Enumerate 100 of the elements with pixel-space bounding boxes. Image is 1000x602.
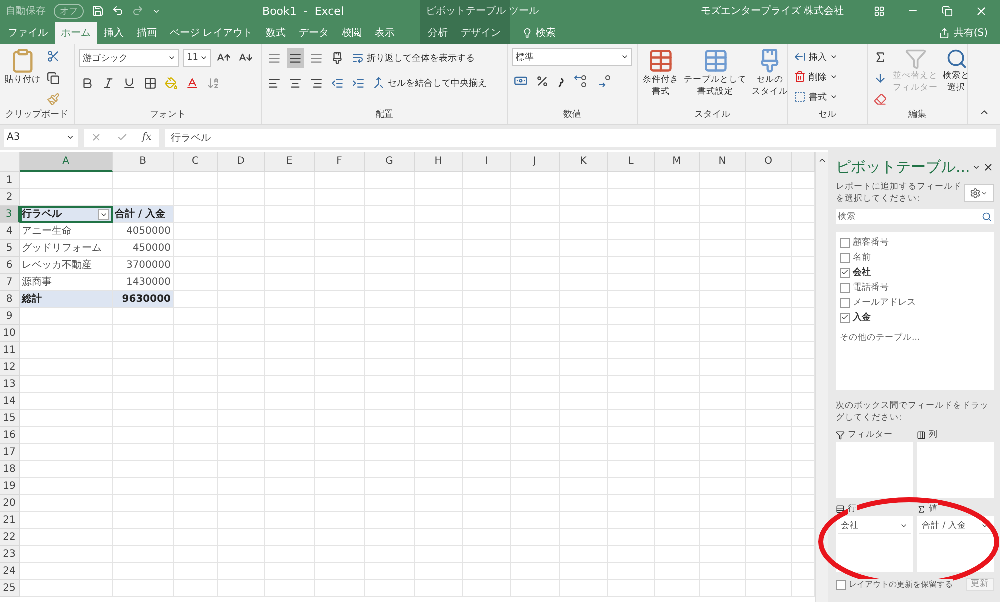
row-header[interactable]: 4 (0, 223, 20, 240)
cut-icon[interactable] (47, 50, 60, 63)
indent-decrease-icon[interactable] (331, 76, 344, 90)
align-middle-button[interactable] (287, 48, 304, 68)
checkbox[interactable] (840, 298, 850, 308)
style-button[interactable]: 条件付き 書式 (642, 48, 680, 108)
row-header[interactable]: 11 (0, 342, 20, 359)
increase-decimal-icon[interactable] (573, 74, 589, 88)
currency-icon[interactable] (514, 74, 528, 88)
align-left-icon[interactable] (268, 76, 281, 90)
column-header[interactable]: H (415, 152, 463, 172)
copy-icon[interactable] (47, 72, 60, 84)
ribbon-display-icon[interactable] (874, 6, 884, 16)
merge-center-button[interactable]: セルを結合して中央揃え (371, 74, 489, 92)
formula-field[interactable]: 行ラベル (165, 128, 996, 146)
tell-me-button[interactable]: 検索 (516, 26, 562, 40)
number-format-field[interactable]: 標準 (512, 48, 632, 66)
fill-down-icon[interactable] (874, 72, 887, 84)
ribbon-tab[interactable]: 描画 (131, 22, 163, 44)
column-header[interactable]: G (365, 152, 415, 172)
row-header[interactable]: 8 (0, 291, 20, 308)
column-header[interactable]: E (265, 152, 315, 172)
bold-icon[interactable] (81, 76, 94, 90)
name-box[interactable]: A3 (4, 128, 78, 146)
border-icon[interactable] (144, 76, 157, 90)
insert-function-button[interactable]: fx (142, 132, 152, 143)
row-header[interactable]: 24 (0, 563, 20, 580)
ribbon-tab[interactable]: 校閲 (336, 22, 368, 44)
row-header[interactable]: 7 (0, 274, 20, 291)
align-right-icon[interactable] (310, 76, 323, 90)
row-header[interactable]: 16 (0, 427, 20, 444)
checkbox[interactable] (840, 268, 850, 278)
font-name-field[interactable]: 游ゴシック (79, 49, 179, 67)
row-header[interactable]: 10 (0, 325, 20, 342)
row-header[interactable]: 18 (0, 461, 20, 478)
checkbox[interactable] (840, 252, 850, 262)
row-header[interactable]: 13 (0, 376, 20, 393)
column-header[interactable]: F (315, 152, 365, 172)
find-select-button[interactable]: 検索と 選択 (942, 48, 971, 108)
ribbon-tab[interactable]: ホーム (55, 22, 97, 44)
row-header[interactable]: 21 (0, 512, 20, 529)
align-bottom-icon[interactable] (310, 52, 323, 64)
fill-color-icon[interactable] (165, 76, 178, 90)
ribbon-tab[interactable]: 分析 (422, 22, 454, 44)
cell-button[interactable]: 削除 (792, 68, 840, 86)
font-size-field[interactable]: 11 (183, 49, 211, 67)
align-top-icon[interactable] (268, 52, 281, 64)
row-header[interactable]: 2 (0, 189, 20, 206)
restore-icon[interactable] (942, 6, 952, 16)
settings-button[interactable] (964, 184, 994, 202)
row-header[interactable]: 17 (0, 444, 20, 461)
paste-button[interactable]: 貼り付け (4, 48, 42, 108)
undo-icon[interactable] (112, 5, 124, 17)
save-icon[interactable] (92, 5, 104, 17)
row-header[interactable]: 9 (0, 308, 20, 325)
checkbox[interactable] (840, 312, 850, 322)
cell-button[interactable]: 書式 (792, 88, 840, 106)
column-header[interactable]: N (700, 152, 746, 172)
ribbon-tab[interactable]: デザイン (455, 22, 507, 44)
close-icon[interactable] (983, 162, 994, 173)
row-header[interactable]: 1 (0, 172, 20, 189)
area-field[interactable]: 会社 (838, 518, 911, 534)
column-header[interactable]: C (174, 152, 218, 172)
row-header[interactable]: 6 (0, 257, 20, 274)
row-header[interactable]: 14 (0, 393, 20, 410)
wrap-text-button[interactable]: 折り返して全体を表示する (350, 49, 477, 67)
cell-button[interactable]: 挿入 (792, 48, 840, 66)
ribbon-tab[interactable]: 数式 (260, 22, 292, 44)
search-field[interactable]: 検索 (838, 212, 958, 222)
column-header[interactable]: O (746, 152, 792, 172)
row-header[interactable]: 19 (0, 478, 20, 495)
checkbox[interactable] (840, 282, 850, 292)
percent-icon[interactable] (536, 74, 549, 88)
share-button[interactable]: 共有(S) (932, 25, 994, 41)
area-field[interactable]: 合計 / 入金 (919, 518, 992, 534)
row-header[interactable]: 3 (0, 206, 20, 223)
ribbon-tab[interactable]: ページ レイアウト (164, 22, 260, 44)
sum-icon[interactable] (874, 50, 887, 64)
column-header[interactable]: K (560, 152, 608, 172)
column-header[interactable]: J (511, 152, 560, 172)
align-center-icon[interactable] (289, 76, 302, 90)
eraser-icon[interactable] (874, 92, 887, 106)
row-header[interactable]: 12 (0, 359, 20, 376)
indent-increase-icon[interactable] (352, 76, 365, 90)
ribbon-tab[interactable]: データ (293, 22, 336, 44)
scroll-up-icon[interactable] (818, 156, 826, 165)
ribbon-tab[interactable]: 表示 (369, 22, 402, 44)
decrease-decimal-icon[interactable] (597, 74, 613, 88)
drop-area[interactable]: 合計 / 入金 (917, 516, 994, 572)
column-header[interactable]: B (113, 152, 174, 172)
style-button[interactable]: セルの スタイル (751, 48, 789, 108)
caret-icon[interactable] (972, 163, 982, 172)
more-tables-link[interactable]: その他のテーブル... (840, 332, 990, 344)
row-header[interactable]: 5 (0, 240, 20, 257)
checkbox[interactable] (840, 238, 850, 248)
checkbox[interactable] (836, 580, 846, 590)
row-header[interactable]: 15 (0, 410, 20, 427)
column-header[interactable]: L (608, 152, 655, 172)
italic-icon[interactable] (102, 76, 115, 90)
row-header[interactable]: 22 (0, 529, 20, 546)
